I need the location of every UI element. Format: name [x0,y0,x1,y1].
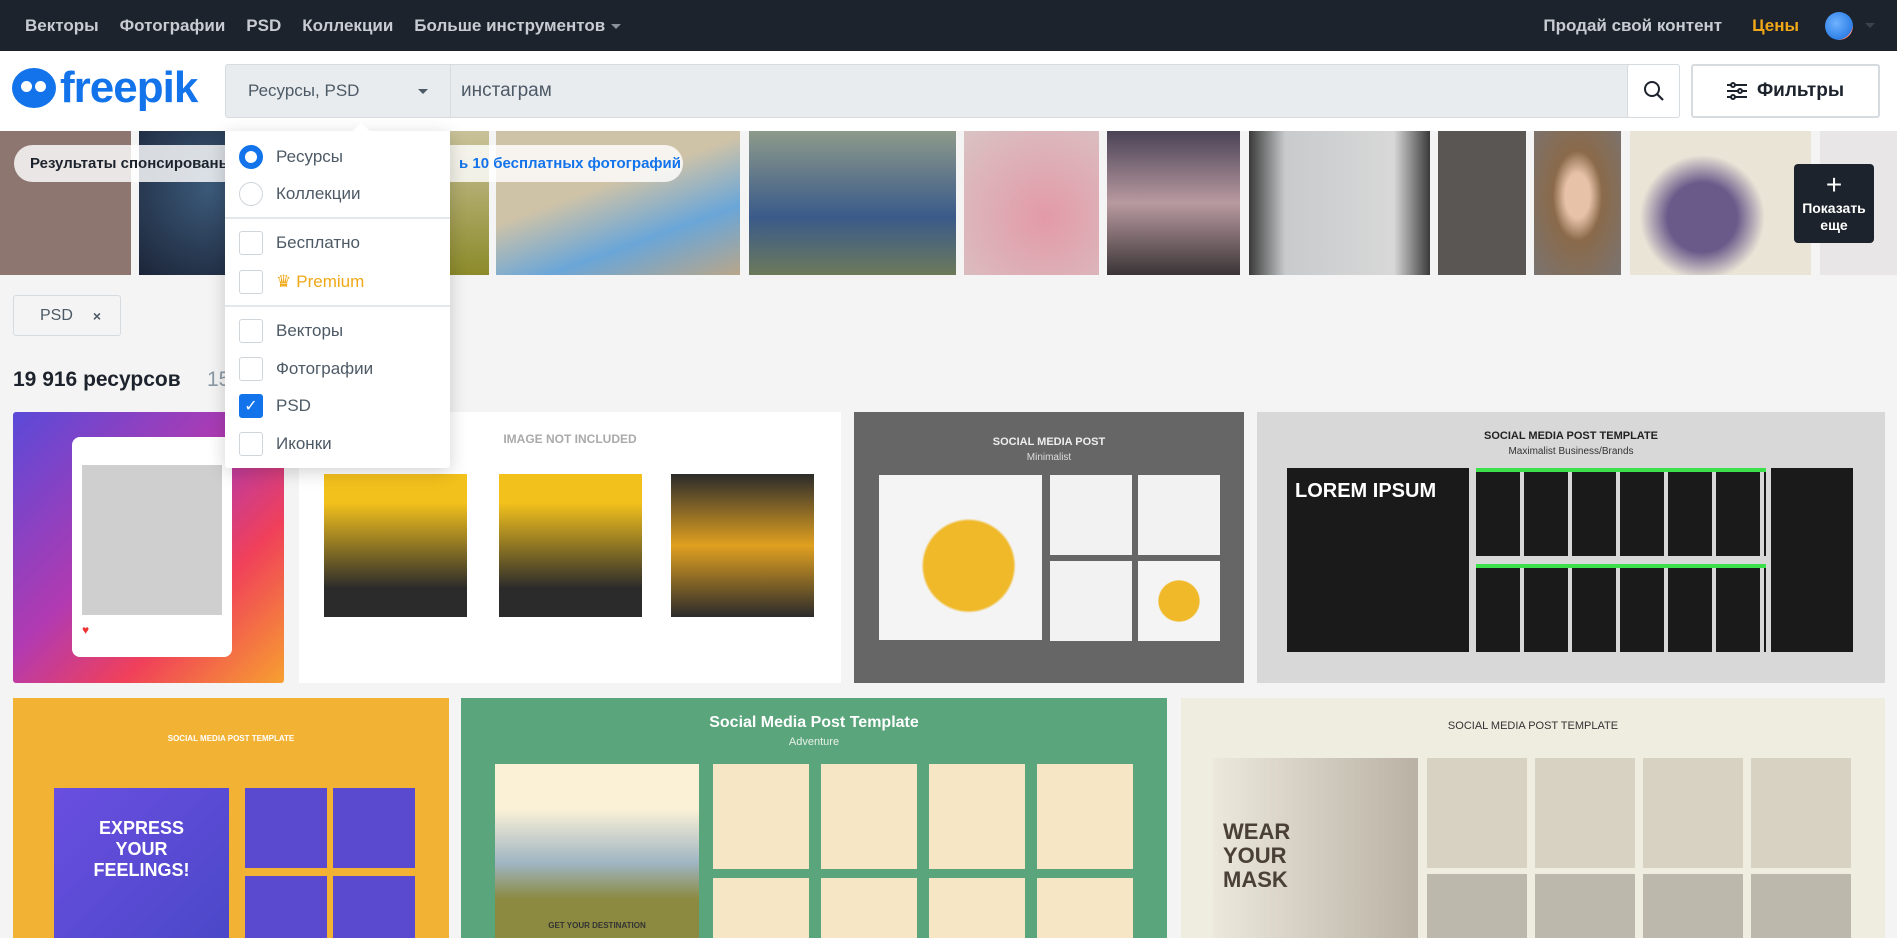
header: freepik Ресурсы, PSD инстаграм Фильтры [0,51,1897,131]
card-subtitle: Minimalist [1026,452,1072,463]
search-icon [1643,81,1664,101]
sponsored-image[interactable] [1630,131,1811,275]
option-label: Иконки [276,434,332,453]
card-subtitle: Maximalist Business/Brands [1508,446,1634,457]
free-photos-link[interactable]: ь 10 бесплатных фотографий [459,155,681,172]
result-card[interactable]: SOCIAL MEDIA POST TEMPLATE Maximalist Bu… [1257,412,1885,683]
card-subtitle: Adventure [788,736,840,748]
card-headline: GET YOUR DESTINATION [548,921,646,930]
nav-vectors[interactable]: Векторы [25,16,99,36]
checkbox-free[interactable]: Бесплатно [239,228,360,258]
resource-type-select[interactable]: Ресурсы, PSD [226,65,451,117]
sponsored-image[interactable] [1438,131,1526,275]
nav-more-tools[interactable]: Больше инструментов [414,15,622,36]
sliders-icon [1726,82,1747,100]
filter-chip-psd[interactable]: PSD × [13,295,121,336]
top-nav-bar: Векторы Фотографии PSD Коллекции Больше … [0,0,1897,51]
chip-label: PSD [40,306,73,324]
result-card[interactable]: SOCIAL MEDIA POST TEMPLATE WEAR YOUR MAS… [1181,698,1885,938]
divider [225,305,450,307]
chevron-down-icon[interactable] [1865,23,1875,28]
sponsored-image[interactable] [749,131,956,275]
card-headline: LOREM IPSUM [1295,480,1437,502]
nav-psd[interactable]: PSD [246,16,281,36]
instagram-post-mockup: ♥ [72,437,232,657]
result-card[interactable]: SOCIAL MEDIA POST Minimalist [854,412,1244,683]
nav-photos[interactable]: Фотографии [120,16,226,36]
radio-unchecked-icon [239,182,263,206]
search-button[interactable] [1627,64,1680,118]
logo-text: freepik [60,63,198,112]
checkbox-icon [239,357,263,381]
avatar[interactable] [1825,11,1853,40]
nav-more-tools-label: Больше инструментов [414,15,606,35]
checkmark-icon: ✓ [239,394,263,418]
logo-icon [12,68,56,108]
sponsored-image[interactable] [1249,131,1430,275]
option-label: PSD [276,396,311,415]
resource-type-value: Ресурсы, PSD [248,81,360,100]
top-right: Продай свой контент Цены [1543,0,1897,51]
checkbox-icon [239,231,263,255]
option-label: Векторы [276,321,344,340]
search-input[interactable]: инстаграм [451,80,1627,102]
card-title: SOCIAL MEDIA POST [992,436,1106,448]
checkbox-vectors[interactable]: Векторы [239,316,343,346]
option-label: Premium [296,272,365,291]
freepik-logo[interactable]: freepik [12,63,198,113]
result-card[interactable]: SOCIAL MEDIA POST TEMPLATE EXPRESS YOUR … [13,698,449,938]
option-label: Ресурсы [276,147,344,166]
checkbox-psd[interactable]: ✓ PSD [239,391,311,421]
filters-button[interactable]: Фильтры [1691,64,1880,118]
sell-content-link[interactable]: Продай свой контент [1543,16,1722,36]
checkbox-icons[interactable]: Иконки [239,429,332,459]
checkbox-icon [239,270,263,294]
search-bar: Ресурсы, PSD инстаграм [225,64,1680,118]
checkbox-photos[interactable]: Фотографии [239,354,373,384]
sponsored-text: Результаты спонсированы [30,155,232,172]
heart-icon: ♥ [82,623,90,637]
plus-icon: + [1825,169,1843,200]
results-count: 19 916 ресурсов [13,368,181,391]
nav-collections[interactable]: Коллекции [302,16,393,36]
card-headline: EXPRESS YOUR FEELINGS! [93,818,190,880]
checkbox-premium[interactable]: ♛ Premium [239,267,364,297]
divider [225,217,450,219]
radio-checked-icon [239,145,263,169]
resource-type-dropdown: Ресурсы Коллекции Бесплатно ♛ Premium Век… [225,131,450,468]
card-headline: WEAR YOUR MASK [1223,819,1291,892]
pricing-link[interactable]: Цены [1752,16,1799,36]
sponsored-image[interactable] [964,131,1099,275]
close-icon[interactable]: × [93,308,101,324]
sponsored-image[interactable] [1534,131,1621,275]
checkbox-icon [239,319,263,343]
sponsored-image[interactable] [1107,131,1240,275]
show-more-button[interactable]: + Показать еще [1794,164,1874,243]
card-title: Social Media Post Template [709,714,919,731]
radio-collections[interactable]: Коллекции [239,179,360,209]
top-nav: Векторы Фотографии PSD Коллекции Больше … [25,16,642,36]
radio-resources[interactable]: Ресурсы [239,142,343,172]
filters-label: Фильтры [1756,80,1845,101]
card-title: SOCIAL MEDIA POST TEMPLATE [1447,720,1619,732]
card-title: SOCIAL MEDIA POST TEMPLATE [167,734,295,743]
option-label: Фотографии [276,359,374,378]
option-label: Коллекции [276,184,361,203]
option-label: Бесплатно [276,233,360,252]
chevron-down-icon [418,88,428,94]
checkbox-icon [239,432,263,456]
result-card[interactable]: Social Media Post Template Adventure GET… [461,698,1167,938]
crown-icon: ♛ [276,272,292,291]
chevron-down-icon [611,23,622,29]
card-title: SOCIAL MEDIA POST TEMPLATE [1484,430,1658,442]
show-more-label: Показать еще [1802,200,1866,233]
